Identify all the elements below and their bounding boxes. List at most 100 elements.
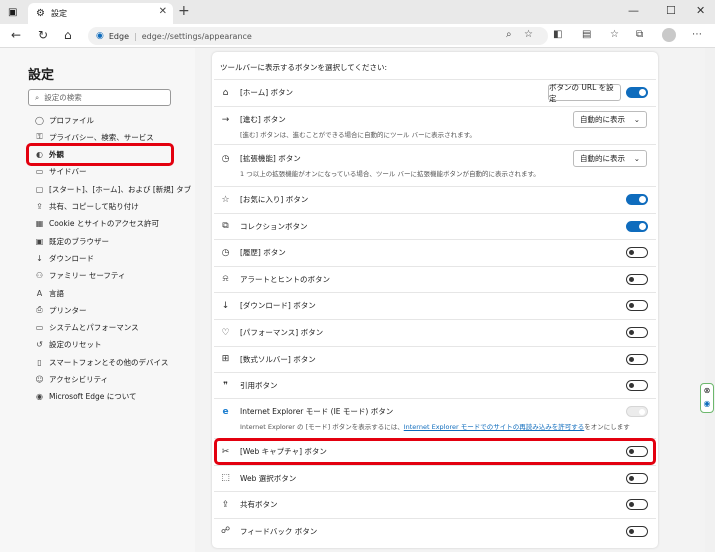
extensions-button-dropdown[interactable]: 自動的に表示 ⌄: [573, 150, 647, 167]
arrow-right-icon: →: [221, 114, 230, 125]
home-button-toggle[interactable]: [626, 87, 648, 98]
sidebar-item-edge[interactable]: ◉ Microsoft Edge について: [35, 391, 137, 403]
toolbar-option-toggle[interactable]: [626, 525, 648, 537]
set-url-button[interactable]: ボタンの URL を設定: [548, 83, 621, 103]
toolbar-option-label: [パフォーマンス] ボタン: [240, 328, 324, 337]
refresh-icon[interactable]: ↻: [38, 28, 48, 42]
highlight-web-capture: [214, 438, 656, 465]
sidebar-item-phone[interactable]: ▯ スマートフォンとその他のデバイス: [35, 356, 168, 368]
toolbar-option-toggle[interactable]: [626, 472, 648, 484]
toolbar-option-label: [お気に入り] ボタン: [240, 195, 309, 204]
new-tab-button[interactable]: +: [178, 3, 190, 19]
sidebar-item-label: ダウンロード: [49, 253, 94, 263]
toolbar-option-toggle[interactable]: [626, 353, 648, 365]
sidebar-item-browser[interactable]: ▣ 既定のブラウザー: [35, 235, 109, 247]
toolbar-option-row: ☆ [お気に入り] ボタン: [220, 194, 308, 205]
close-tab-icon[interactable]: ✕: [159, 6, 167, 17]
extensions-icon: ◷: [221, 153, 230, 164]
math-icon: ⊞: [221, 354, 230, 365]
toolbar-option-toggle[interactable]: [626, 327, 648, 338]
extensions-button-row: ◷ [拡張機能] ボタン: [220, 153, 301, 164]
home-icon[interactable]: ⌂: [64, 28, 72, 42]
sidebar-item-download[interactable]: ↓ ダウンロード: [35, 252, 94, 264]
sidebar-item-cookie[interactable]: ▦ Cookie とサイトのアクセス許可: [35, 218, 159, 230]
divider: [214, 345, 656, 347]
sidebar-item-label: プロファイル: [49, 115, 94, 125]
toolbar-option-row: ☍ フィードバック ボタン: [220, 526, 317, 537]
toolbar-option-row: ↓ [ダウンロード] ボタン: [220, 300, 316, 311]
settings-search-input[interactable]: ⌕ 設定の検索: [28, 89, 171, 106]
phone-icon: ▯: [37, 357, 42, 367]
sidebar-item-label: Microsoft Edge について: [49, 392, 137, 402]
sidebar-float-panel[interactable]: ⊗ ◉: [700, 383, 714, 413]
divider: [214, 517, 656, 519]
zoom-icon[interactable]: ⌕: [506, 29, 512, 40]
sidebar-item-label: システムとパフォーマンス: [49, 323, 139, 333]
toolbar-option-toggle[interactable]: [626, 273, 648, 285]
sidebar-item-label: プリンター: [49, 305, 87, 315]
ie-mode-row: e Internet Explorer モード (IE モード) ボタン: [220, 406, 393, 417]
sidebar-title: 設定: [28, 68, 55, 83]
toolbar-option-toggle[interactable]: [626, 300, 648, 312]
more-icon[interactable]: ⋯: [692, 29, 702, 40]
collections-icon[interactable]: ⧉: [636, 29, 643, 40]
sidebar-item-profile[interactable]: ◯ プロファイル: [35, 114, 94, 126]
close-window-button[interactable]: ✕: [696, 4, 705, 17]
sidebar-item-reset[interactable]: ↺ 設定のリセット: [35, 339, 101, 351]
favorites-icon: ☆: [221, 194, 230, 205]
sidebar-item-sidebar[interactable]: ▭ サイドバー: [35, 166, 87, 178]
sidebar-item-tabs[interactable]: ▢ [スタート]、[ホーム]、および [新規] タブ: [35, 183, 191, 195]
toolbar-option-label: [ダウンロード] ボタン: [240, 301, 316, 311]
toolbar-option-toggle[interactable]: [626, 220, 648, 232]
reading-icon[interactable]: ▤: [582, 29, 591, 40]
profile-icon: ◯: [35, 115, 44, 125]
sidebar-item-accessibility[interactable]: ☺ アクセシビリティ: [35, 374, 108, 386]
toolbar-option-row: ⍾ アラートとヒントのボタン: [220, 274, 330, 285]
collections-icon: ⧉: [222, 221, 229, 232]
close-icon[interactable]: ⊗: [701, 384, 713, 397]
sidebar-item-label: アクセシビリティ: [49, 375, 109, 384]
forward-button-dropdown[interactable]: 自動的に表示 ⌄: [573, 111, 647, 128]
toolbar-option-toggle[interactable]: [626, 380, 648, 392]
sidebar-item-share[interactable]: ⇪ 共有、コピーして貼り付け: [35, 201, 139, 213]
download-icon: ↓: [221, 300, 230, 311]
heart-pulse-icon: ♡: [221, 327, 230, 338]
sidebar-item-label: サイドバー: [49, 167, 87, 177]
back-icon[interactable]: ←: [11, 28, 21, 42]
history-icon: ◷: [221, 247, 230, 258]
address-bar[interactable]: ◉ Edge | edge://settings/appearance: [88, 27, 548, 45]
minimize-button[interactable]: —: [628, 4, 639, 17]
reset-icon: ↺: [36, 340, 43, 350]
toolbar-option-toggle[interactable]: [626, 499, 648, 511]
toolbar-option-label: [履歴] ボタン: [240, 248, 286, 258]
tab-settings[interactable]: ⚙ 設定 ✕: [28, 3, 173, 24]
avatar[interactable]: [662, 28, 676, 42]
forward-button-desc: [進む] ボタンは、進むことができる場合に自動的にツール バーに表示されます。: [240, 131, 476, 139]
gear-icon: ⚙: [36, 8, 45, 19]
tab-actions-icon[interactable]: ▣: [8, 7, 17, 18]
divider: [214, 372, 656, 374]
sidebar-item-language[interactable]: A 言語: [35, 287, 64, 299]
section-heading: ツールバーに表示するボタンを選択してください:: [220, 63, 388, 72]
quote-icon: ❞: [223, 380, 228, 391]
add-favorite-icon[interactable]: ☆: [524, 29, 533, 40]
extensions-button-label: [拡張機能] ボタン: [240, 154, 301, 163]
toolbar-option-label: 共有ボタン: [240, 500, 278, 510]
maximize-button[interactable]: ☐: [666, 4, 676, 17]
favorites-icon[interactable]: ☆: [610, 29, 619, 40]
sidebar-item-printer[interactable]: ⎙ プリンター: [35, 304, 87, 316]
sidebar-item-system[interactable]: ▭ システムとパフォーマンス: [35, 322, 139, 334]
system-icon: ▭: [35, 323, 44, 333]
sidebar-item-lock[interactable]: ⚿ プライバシー、検索、サービス: [35, 131, 153, 143]
scrollbar[interactable]: [705, 48, 715, 552]
toolbar-option-toggle[interactable]: [626, 194, 648, 205]
edge-icon[interactable]: ◉: [701, 397, 713, 410]
ie-reload-link[interactable]: Internet Explorer モードでのサイトの再読み込みを許可する: [404, 423, 585, 431]
web-select-icon: ⬚: [221, 473, 230, 484]
tab-title: 設定: [50, 9, 67, 18]
extension-icon[interactable]: ◧: [553, 29, 562, 40]
accessibility-icon: ☺: [35, 375, 44, 384]
toolbar-option-toggle[interactable]: [626, 247, 648, 259]
sidebar-item-family[interactable]: ⚇ ファミリー セーフティ: [35, 270, 126, 282]
feedback-icon: ☍: [220, 526, 231, 537]
